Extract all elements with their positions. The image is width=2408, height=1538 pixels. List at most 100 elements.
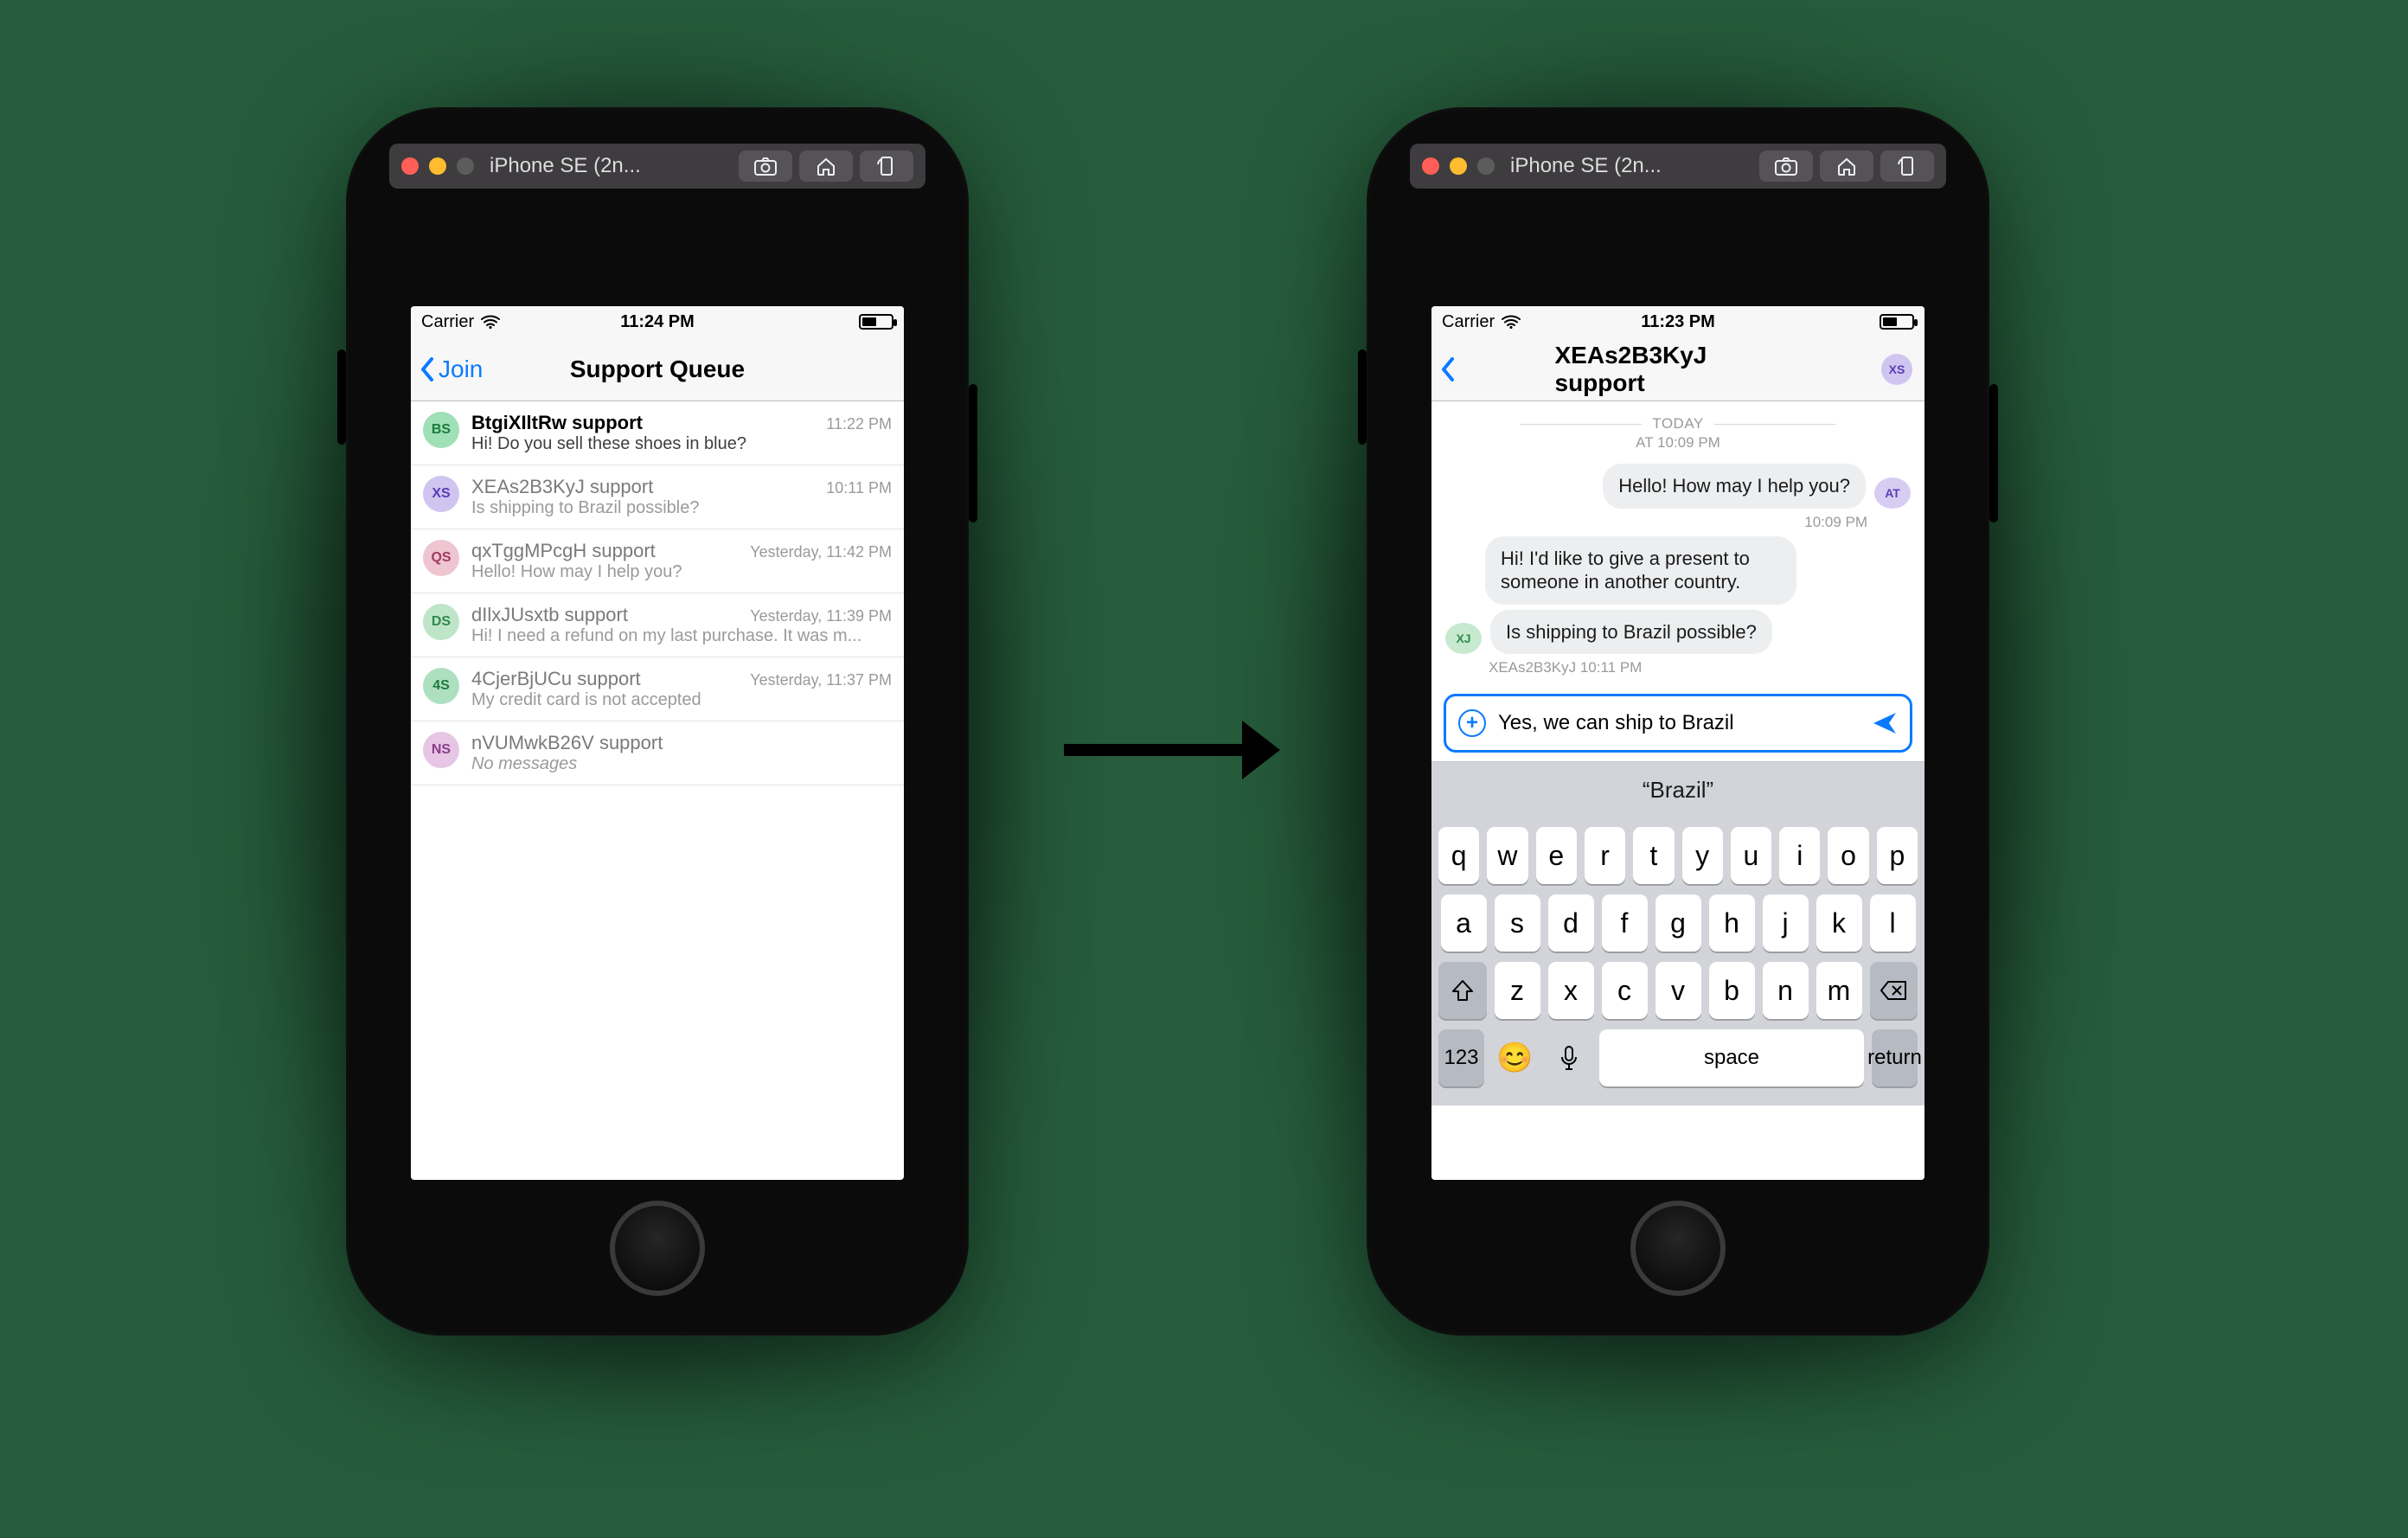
rotate-button[interactable] (1880, 151, 1934, 182)
home-button[interactable] (799, 151, 853, 182)
key-p[interactable]: p (1877, 827, 1918, 884)
battery-icon (859, 314, 893, 330)
key-g[interactable]: g (1656, 894, 1701, 952)
keyboard-suggestion[interactable]: “Brazil” (1431, 761, 1924, 818)
key-t[interactable]: t (1633, 827, 1674, 884)
back-label: Join (439, 356, 483, 383)
key-m[interactable]: m (1816, 962, 1862, 1019)
key-o[interactable]: o (1828, 827, 1868, 884)
chat-avatar[interactable]: XS (1881, 354, 1912, 385)
key-h[interactable]: h (1709, 894, 1755, 952)
key-u[interactable]: u (1731, 827, 1771, 884)
window-traffic-lights[interactable] (401, 157, 474, 175)
conversation-time: 11:22 PM (826, 415, 892, 433)
home-physical-button[interactable] (610, 1201, 705, 1296)
zoom-icon[interactable] (1477, 157, 1495, 175)
conversation-row[interactable]: BSBtgiXIltRw support11:22 PMHi! Do you s… (411, 401, 904, 465)
avatar: NS (423, 732, 459, 768)
conversation-preview: Hello! How may I help you? (471, 562, 892, 582)
wifi-icon (1502, 315, 1521, 329)
numbers-key[interactable]: 123 (1438, 1029, 1484, 1086)
home-physical-button[interactable] (1630, 1201, 1726, 1296)
chevron-left-icon (419, 356, 437, 382)
keyboard[interactable]: qwertyuiop asdfghjkl zxcvbnm 123😊 spaceretur… (1431, 818, 1924, 1105)
message-row: XJIs shipping to Brazil possible? (1445, 610, 1911, 655)
key-f[interactable]: f (1602, 894, 1648, 952)
message-row: Hello! How may I help you?AT (1445, 464, 1911, 509)
zoom-icon[interactable] (457, 157, 474, 175)
conversation-row[interactable]: DSdIlxJUsxtb supportYesterday, 11:39 PMH… (411, 593, 904, 657)
key-e[interactable]: e (1536, 827, 1577, 884)
phone-left: iPhone SE (2n... Carrier 11:24 PM (346, 107, 969, 1336)
minimize-icon[interactable] (1450, 157, 1467, 175)
rotate-button[interactable] (860, 151, 913, 182)
space-key[interactable]: space (1599, 1029, 1864, 1086)
message-meta: 10:09 PM (1445, 514, 1867, 531)
conversation-row[interactable]: QSqxTggMPcgH supportYesterday, 11:42 PMH… (411, 529, 904, 593)
simulator-title: iPhone SE (2n... (1510, 154, 1662, 178)
back-button[interactable] (1440, 356, 1457, 382)
shift-key[interactable] (1438, 962, 1487, 1019)
key-s[interactable]: s (1495, 894, 1540, 952)
key-x[interactable]: x (1548, 962, 1594, 1019)
return-key[interactable]: return (1872, 1029, 1918, 1086)
key-r[interactable]: r (1585, 827, 1625, 884)
key-k[interactable]: k (1816, 894, 1862, 952)
send-button[interactable] (1872, 711, 1898, 735)
key-a[interactable]: a (1441, 894, 1487, 952)
message-bubble: Is shipping to Brazil possible? (1490, 610, 1772, 655)
chevron-left-icon (1440, 356, 1457, 382)
attach-button[interactable]: + (1458, 709, 1486, 737)
dictation-key[interactable] (1546, 1029, 1591, 1086)
avatar: DS (423, 604, 459, 640)
avatar: 4S (423, 668, 459, 704)
message-meta: XEAs2B3KyJ 10:11 PM (1489, 659, 1911, 676)
key-j[interactable]: j (1763, 894, 1809, 952)
simulator-toolbar: iPhone SE (2n... (389, 144, 925, 189)
key-d[interactable]: d (1548, 894, 1594, 952)
emoji-key[interactable]: 😊 (1492, 1029, 1538, 1086)
phone-right: iPhone SE (2n... Carrier 11:23 PM (1367, 107, 1989, 1336)
conversation-preview: Hi! Do you sell these shoes in blue? (471, 434, 892, 454)
key-z[interactable]: z (1495, 962, 1540, 1019)
key-c[interactable]: c (1602, 962, 1648, 1019)
conversation-list[interactable]: BSBtgiXIltRw support11:22 PMHi! Do you s… (411, 401, 904, 785)
status-bar: Carrier 11:24 PM (411, 306, 904, 337)
message-input[interactable] (1498, 711, 1860, 735)
key-b[interactable]: b (1709, 962, 1755, 1019)
back-button[interactable]: Join (419, 356, 483, 383)
nav-bar: Join Support Queue (411, 337, 904, 401)
avatar: QS (423, 540, 459, 576)
conversation-row[interactable]: XSXEAs2B3KyJ support10:11 PMIs shipping … (411, 465, 904, 529)
nav-bar: XEAs2B3KyJ support XS (1431, 337, 1924, 401)
chat-scroll[interactable]: TODAYAT 10:09 PMHello! How may I help yo… (1431, 401, 1924, 685)
home-button[interactable] (1820, 151, 1873, 182)
minimize-icon[interactable] (429, 157, 446, 175)
key-l[interactable]: l (1870, 894, 1916, 952)
key-n[interactable]: n (1763, 962, 1809, 1019)
key-q[interactable]: q (1438, 827, 1479, 884)
conversation-row[interactable]: 4S4CjerBjUCu supportYesterday, 11:37 PMM… (411, 657, 904, 721)
conversation-row[interactable]: NSnVUMwkB26V supportNo messages (411, 721, 904, 785)
window-traffic-lights[interactable] (1422, 157, 1495, 175)
screenshot-button[interactable] (739, 151, 792, 182)
message-bubble: Hello! How may I help you? (1603, 464, 1866, 509)
battery-icon (1880, 314, 1914, 330)
suggestion-text[interactable]: “Brazil” (1643, 777, 1713, 804)
close-icon[interactable] (1422, 157, 1439, 175)
close-icon[interactable] (401, 157, 419, 175)
key-y[interactable]: y (1682, 827, 1723, 884)
carrier-label: Carrier (421, 312, 474, 332)
day-time: AT 10:09 PM (1445, 434, 1911, 452)
conversation-title: 4CjerBjUCu support (471, 668, 641, 690)
conversation-preview: Is shipping to Brazil possible? (471, 498, 892, 518)
arrow-icon (1064, 744, 1246, 756)
key-w[interactable]: w (1487, 827, 1527, 884)
backspace-key[interactable] (1870, 962, 1918, 1019)
screenshot-button[interactable] (1759, 151, 1813, 182)
conversation-time: Yesterday, 11:37 PM (750, 671, 892, 689)
key-v[interactable]: v (1656, 962, 1701, 1019)
key-i[interactable]: i (1779, 827, 1820, 884)
message-composer[interactable]: + (1444, 694, 1912, 753)
avatar: BS (423, 412, 459, 448)
